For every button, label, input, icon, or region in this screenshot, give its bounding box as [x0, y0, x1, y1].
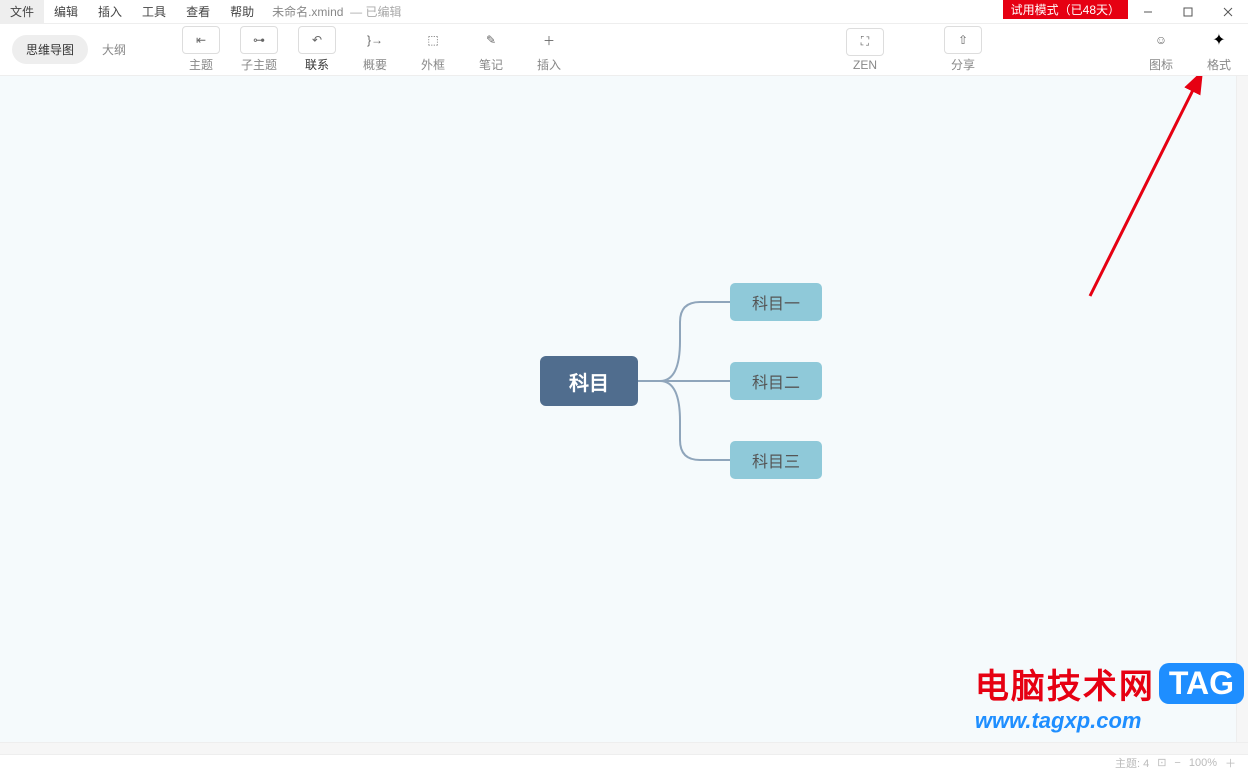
menu-tools[interactable]: 工具 [132, 0, 176, 23]
summary-icon: }→ [367, 33, 383, 47]
menu-edit[interactable]: 编辑 [44, 0, 88, 23]
paintbrush-icon: ✦ [1212, 30, 1225, 50]
connectors [0, 76, 1248, 754]
tab-outline[interactable]: 大纲 [88, 35, 140, 64]
tool-note[interactable]: ✎ 笔记 [462, 26, 520, 73]
tool-group-right: ⛶ ZEN ⇧ 分享 ☺ 图标 ✦ 格式 [836, 26, 1248, 73]
tool-topic[interactable]: ⇤ 主题 [172, 26, 230, 73]
zoom-out-icon[interactable]: − [1174, 757, 1180, 769]
relation-icon: ↶ [312, 33, 322, 47]
tool-boundary[interactable]: ⬚ 外框 [404, 26, 462, 73]
topic-icon: ⇤ [196, 33, 206, 47]
watermark-tag: TAG [1159, 663, 1244, 704]
tool-share[interactable]: ⇧ 分享 [934, 26, 992, 73]
subtopic-2[interactable]: 科目二 [730, 362, 822, 400]
plus-icon: ＋ [543, 32, 555, 49]
tool-summary[interactable]: }→ 概要 [346, 26, 404, 73]
menu-help[interactable]: 帮助 [220, 0, 264, 23]
vertical-scrollbar[interactable] [1236, 76, 1248, 754]
menu-file[interactable]: 文件 [0, 0, 44, 23]
note-icon: ✎ [486, 33, 496, 47]
tool-marker[interactable]: ☺ 图标 [1132, 26, 1190, 73]
share-icon: ⇧ [958, 33, 968, 47]
toolbar: 思维导图 大纲 ⇤ 主题 ⊶ 子主题 ↶ 联系 }→ 概要 ⬚ 外框 ✎ 笔记 … [0, 24, 1248, 76]
annotation-arrow [1080, 76, 1230, 306]
subtopic-icon: ⊶ [253, 33, 265, 47]
tool-subtopic[interactable]: ⊶ 子主题 [230, 26, 288, 73]
document-name: 未命名.xmind — 已编辑 [264, 3, 405, 20]
status-topic-count: 主题: 4 [1115, 755, 1149, 770]
tool-group-main: ⇤ 主题 ⊶ 子主题 ↶ 联系 }→ 概要 ⬚ 外框 ✎ 笔记 ＋ 插入 [152, 26, 578, 73]
menu-insert[interactable]: 插入 [88, 0, 132, 23]
status-bar: 主题: 4 ⊡ − 100% ＋ [0, 754, 1248, 770]
menu-bar: 文件 编辑 插入 工具 查看 帮助 未命名.xmind — 已编辑 试用模式（已… [0, 0, 1248, 24]
trial-mode-banner[interactable]: 试用模式（已48天） [1003, 0, 1128, 19]
tab-mindmap[interactable]: 思维导图 [12, 35, 88, 64]
menu-view[interactable]: 查看 [176, 0, 220, 23]
subtopic-3[interactable]: 科目三 [730, 441, 822, 479]
zoom-level[interactable]: 100% [1189, 757, 1217, 769]
smiley-icon: ☺ [1155, 33, 1167, 47]
tool-relation[interactable]: ↶ 联系 [288, 26, 346, 73]
watermark-url: www.tagxp.com [975, 708, 1244, 734]
watermark: 电脑技术网 TAG www.tagxp.com [975, 659, 1244, 734]
tool-insert[interactable]: ＋ 插入 [520, 26, 578, 73]
subtopic-1[interactable]: 科目一 [730, 283, 822, 321]
view-tabs: 思维导图 大纲 [0, 35, 152, 64]
watermark-text: 电脑技术网 [975, 659, 1155, 708]
zen-icon: ⛶ [861, 34, 869, 49]
window-controls [1128, 0, 1248, 24]
boundary-icon: ⬚ [427, 33, 438, 47]
close-button[interactable] [1208, 0, 1248, 24]
central-topic[interactable]: 科目 [540, 356, 638, 406]
maximize-button[interactable] [1168, 0, 1208, 24]
fit-icon[interactable]: ⊡ [1157, 756, 1166, 769]
zoom-in-icon[interactable]: ＋ [1225, 755, 1236, 770]
tool-format[interactable]: ✦ 格式 [1190, 26, 1248, 73]
mindmap-canvas[interactable]: 科目 科目一 科目二 科目三 电脑技术网 TAG www.tagxp.com [0, 76, 1248, 754]
tool-zen[interactable]: ⛶ ZEN [836, 28, 894, 72]
horizontal-scrollbar[interactable] [0, 742, 1248, 754]
minimize-button[interactable] [1128, 0, 1168, 24]
